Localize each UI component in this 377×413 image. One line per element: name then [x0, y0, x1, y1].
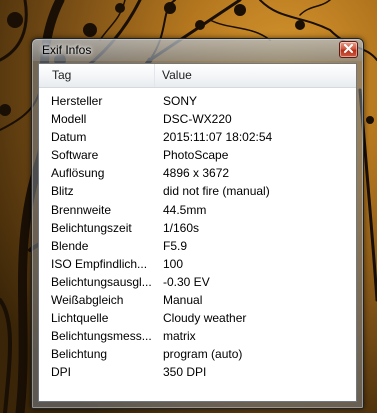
value-cell: Cloudy weather [163, 311, 247, 326]
list-row[interactable]: Brennweite 44.5mm [39, 202, 356, 220]
list-row[interactable]: Belichtungsausgl... -0.30 EV [39, 274, 356, 292]
window-title: Exif Infos [42, 43, 92, 57]
tag-cell: Lichtquelle [51, 311, 109, 326]
value-cell: 4896 x 3672 [163, 166, 230, 181]
tag-cell: ISO Empfindlich... [51, 256, 148, 271]
list-row[interactable]: Software PhotoScape [39, 147, 356, 165]
value-cell: -0.30 EV [163, 274, 210, 289]
column-header-tag[interactable]: Tag [52, 68, 71, 82]
tag-cell: Belichtungsmess... [51, 329, 152, 344]
value-cell: Manual [163, 293, 203, 308]
title-bar[interactable]: Exif Infos [32, 39, 363, 61]
value-cell: F5.9 [163, 238, 188, 253]
tag-cell: Auflösung [51, 166, 105, 181]
close-button[interactable] [339, 41, 358, 58]
list-row[interactable]: Belichtungsmess... matrix [39, 328, 356, 346]
exif-list[interactable]: Tag Value Hersteller SONY Modell DSC-WX220… [38, 63, 357, 402]
tag-cell: Belichtungsausgl... [51, 274, 152, 289]
tag-cell: Blende [51, 238, 89, 253]
value-cell: 100 [163, 256, 184, 271]
column-header-value[interactable]: Value [162, 68, 192, 82]
value-cell: matrix [163, 329, 196, 344]
list-row[interactable]: Lichtquelle Cloudy weather [39, 310, 356, 328]
list-header: Tag Value [39, 64, 356, 88]
close-icon [344, 44, 353, 53]
exif-infos-window: Exif Infos Tag Value Hersteller SONY Mode… [31, 38, 364, 409]
column-separator[interactable] [154, 64, 155, 87]
tag-cell: Datum [51, 130, 87, 145]
tag-cell: Modell [51, 112, 87, 127]
list-row[interactable]: Belichtung program (auto) [39, 346, 356, 364]
list-row[interactable]: Weißabgleich Manual [39, 292, 356, 310]
value-cell: program (auto) [163, 347, 243, 362]
tag-cell: Belichtung [51, 347, 108, 362]
list-row[interactable]: Modell DSC-WX220 [39, 111, 356, 129]
tag-cell: DPI [51, 365, 72, 380]
tag-cell: Brennweite [51, 202, 112, 217]
list-row[interactable]: ISO Empfindlich... 100 [39, 256, 356, 274]
value-cell: did not fire (manual) [163, 184, 270, 199]
list-rows: Hersteller SONY Modell DSC-WX220 Datum 2015… [39, 93, 356, 383]
tag-cell: Blitz [51, 184, 74, 199]
tag-cell: Software [51, 148, 99, 163]
tag-cell: Belichtungszeit [51, 220, 132, 235]
list-row[interactable]: DPI 350 DPI [39, 364, 356, 382]
value-cell: SONY [163, 94, 198, 108]
list-row[interactable]: Auflösung 4896 x 3672 [39, 165, 356, 183]
value-cell: 350 DPI [163, 365, 207, 380]
list-row[interactable]: Hersteller SONY [39, 93, 356, 111]
list-row[interactable]: Blitz did not fire (manual) [39, 183, 356, 201]
list-row[interactable]: Datum 2015:11:07 18:02:54 [39, 129, 356, 147]
value-cell: 44.5mm [163, 202, 207, 217]
list-row[interactable]: Belichtungszeit 1/160s [39, 220, 356, 238]
value-cell: PhotoScape [163, 148, 229, 163]
tag-cell: Weißabgleich [51, 293, 124, 308]
list-row[interactable]: Blende F5.9 [39, 238, 356, 256]
tag-cell: Hersteller [51, 94, 103, 108]
value-cell: 1/160s [163, 220, 200, 235]
value-cell: 2015:11:07 18:02:54 [163, 130, 273, 145]
value-cell: DSC-WX220 [163, 112, 232, 127]
